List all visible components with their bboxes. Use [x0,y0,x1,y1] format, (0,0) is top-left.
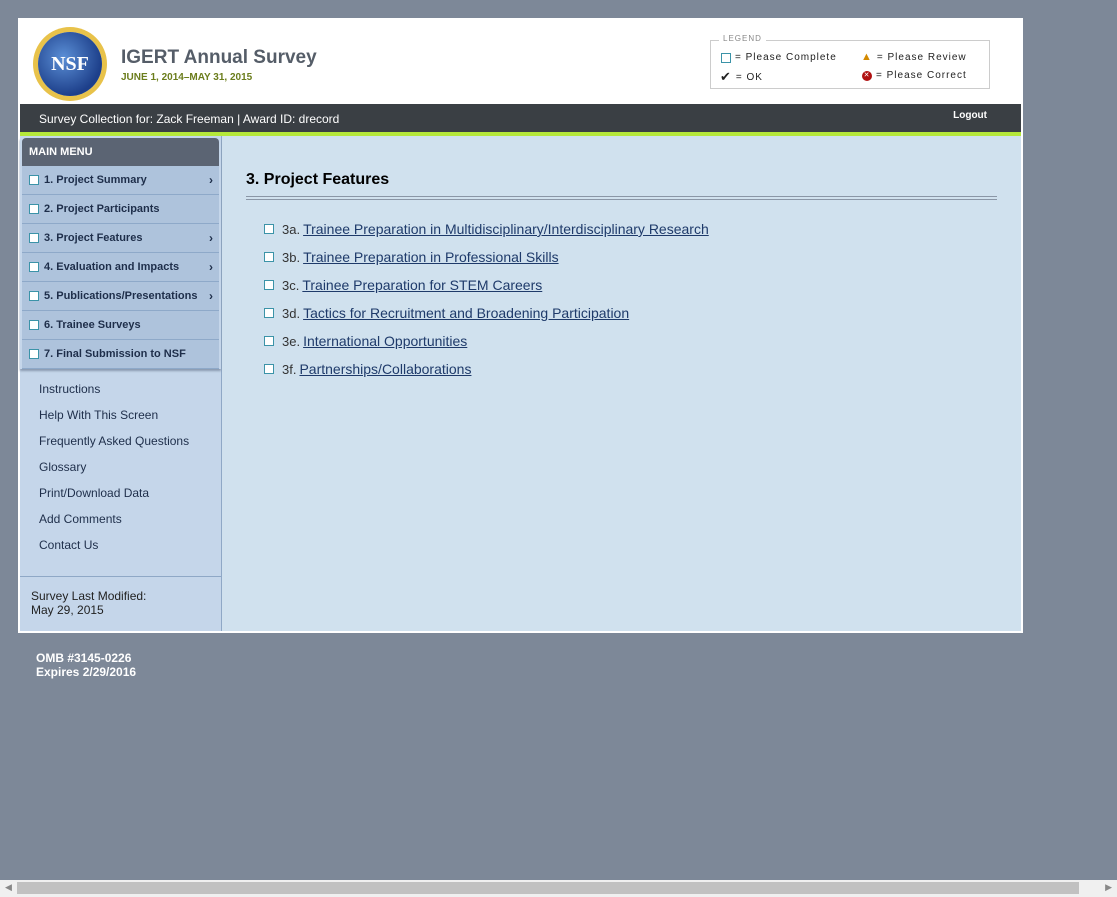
legend-correct: = Please Correct [876,70,967,81]
feature-number: 3b. [282,249,301,265]
sidebar-item-5[interactable]: 5. Publications/Presentations › [22,282,219,311]
checkbox-icon [29,291,39,301]
header: NSF IGERT Annual Survey JUNE 1, 2014–MAY… [20,20,1021,104]
legend-title: LEGEND [719,34,766,43]
feature-link[interactable]: Tactics for Recruitment and Broadening P… [303,305,629,321]
legend-ok: = OK [735,71,763,83]
user-bar: Survey Collection for: Zack Freeman | Aw… [20,104,1021,132]
feature-link[interactable]: Partnerships/Collaborations [299,361,471,377]
page-title: 3. Project Features [246,171,390,188]
chevron-right-icon: › [209,173,213,187]
feature-item: 3e. International Opportunities [264,333,467,349]
main-content: 3. Project Features 3a. Trainee Preparati… [222,136,1021,631]
feature-item: 3d. Tactics for Recruitment and Broadenin… [264,305,629,321]
survey-collection-info: Survey Collection for: Zack Freeman | Aw… [39,112,340,126]
help-link[interactable]: Contact Us [39,538,221,564]
help-link[interactable]: Instructions [39,382,221,408]
warning-icon: ▲ [861,51,873,63]
chevron-right-icon: › [209,260,213,274]
omb-info: OMB #3145-0226 Expires 2/29/2016 [36,651,136,679]
survey-dates: JUNE 1, 2014–MAY 31, 2015 [121,72,253,83]
app-title: IGERT Annual Survey [121,47,317,68]
horizontal-scrollbar[interactable]: ◀ ▶ [0,880,1117,897]
checkbox-icon [721,52,731,63]
checkbox-icon [264,252,274,262]
error-icon: ✕ [862,70,872,81]
feature-number: 3f. [282,361,297,377]
checkbox-icon [264,364,274,374]
main-menu-title: MAIN MENU [22,138,219,166]
feature-item: 3f. Partnerships/Collaborations [264,361,471,377]
sidebar-item-label: 5. Publications/Presentations [44,290,198,302]
feature-item: 3c. Trainee Preparation for STEM Careers [264,277,542,293]
help-link[interactable]: Frequently Asked Questions [39,434,221,460]
sidebar-item-6[interactable]: 6. Trainee Surveys [22,311,219,340]
feature-item: 3a. Trainee Preparation in Multidisciplin… [264,221,709,237]
checkbox-icon [264,336,274,346]
scroll-left-icon[interactable]: ◀ [5,882,12,893]
feature-number: 3c. [282,277,300,293]
legend-review: = Please Review [876,51,967,63]
feature-number: 3e. [282,333,301,349]
checkbox-icon [29,204,39,214]
sidebar-item-4[interactable]: 4. Evaluation and Impacts › [22,253,219,282]
sidebar-item-label: 2. Project Participants [44,203,160,215]
chevron-right-icon: › [209,289,213,303]
checkbox-icon [264,224,274,234]
legend-complete: = Please Complete [735,52,837,63]
last-modified-date: May 29, 2015 [31,603,104,617]
sidebar-item-7[interactable]: 7. Final Submission to NSF [22,340,219,369]
logout-link[interactable]: Logout [953,110,987,121]
sidebar-item-1[interactable]: 1. Project Summary › [22,166,219,195]
help-links: Instructions Help With This Screen Frequen… [20,369,221,564]
feature-link[interactable]: Trainee Preparation in Multidisciplinary… [303,221,709,237]
feature-number: 3d. [282,305,301,321]
check-icon: ✔ [720,69,732,84]
feature-link[interactable]: Trainee Preparation for STEM Careers [302,277,542,293]
help-link[interactable]: Help With This Screen [39,408,221,434]
sidebar-item-3[interactable]: 3. Project Features › [22,224,219,253]
legend: LEGEND = Please Complete ▲ = Please Revie… [710,34,990,89]
chevron-right-icon: › [209,231,213,245]
checkbox-icon [264,280,274,290]
feature-item: 3b. Trainee Preparation in Professional S… [264,249,559,265]
last-modified-label: Survey Last Modified: [31,589,147,603]
sidebar-item-label: 3. Project Features [44,232,143,244]
sidebar-item-label: 1. Project Summary [44,174,147,186]
help-link[interactable]: Add Comments [39,512,221,538]
feature-link[interactable]: International Opportunities [303,333,467,349]
sidebar: MAIN MENU 1. Project Summary › 2. Project … [20,136,232,631]
help-link[interactable]: Glossary [39,460,221,486]
last-modified: Survey Last Modified: May 29, 2015 [20,576,232,617]
omb-expires: Expires 2/29/2016 [36,665,137,679]
sidebar-item-2[interactable]: 2. Project Participants [22,195,219,224]
scroll-right-icon[interactable]: ▶ [1105,882,1112,893]
sidebar-item-label: 4. Evaluation and Impacts [44,261,180,273]
main-menu: MAIN MENU 1. Project Summary › 2. Project … [20,138,221,369]
checkbox-icon [29,233,39,243]
scrollbar-thumb[interactable] [17,882,1079,894]
feature-link[interactable]: Trainee Preparation in Professional Skil… [303,249,559,265]
checkbox-icon [264,308,274,318]
nsf-logo: NSF [38,32,102,96]
omb-number: OMB #3145-0226 [36,651,132,665]
checkbox-icon [29,175,39,185]
checkbox-icon [29,349,39,359]
sidebar-item-label: 7. Final Submission to NSF [44,348,186,360]
help-link[interactable]: Print/Download Data [39,486,221,512]
checkbox-icon [29,262,39,272]
survey-page: NSF IGERT Annual Survey JUNE 1, 2014–MAY… [18,18,1023,633]
checkbox-icon [29,320,39,330]
feature-number: 3a. [282,221,301,237]
title-rule [246,196,997,200]
sidebar-item-label: 6. Trainee Surveys [44,319,141,331]
